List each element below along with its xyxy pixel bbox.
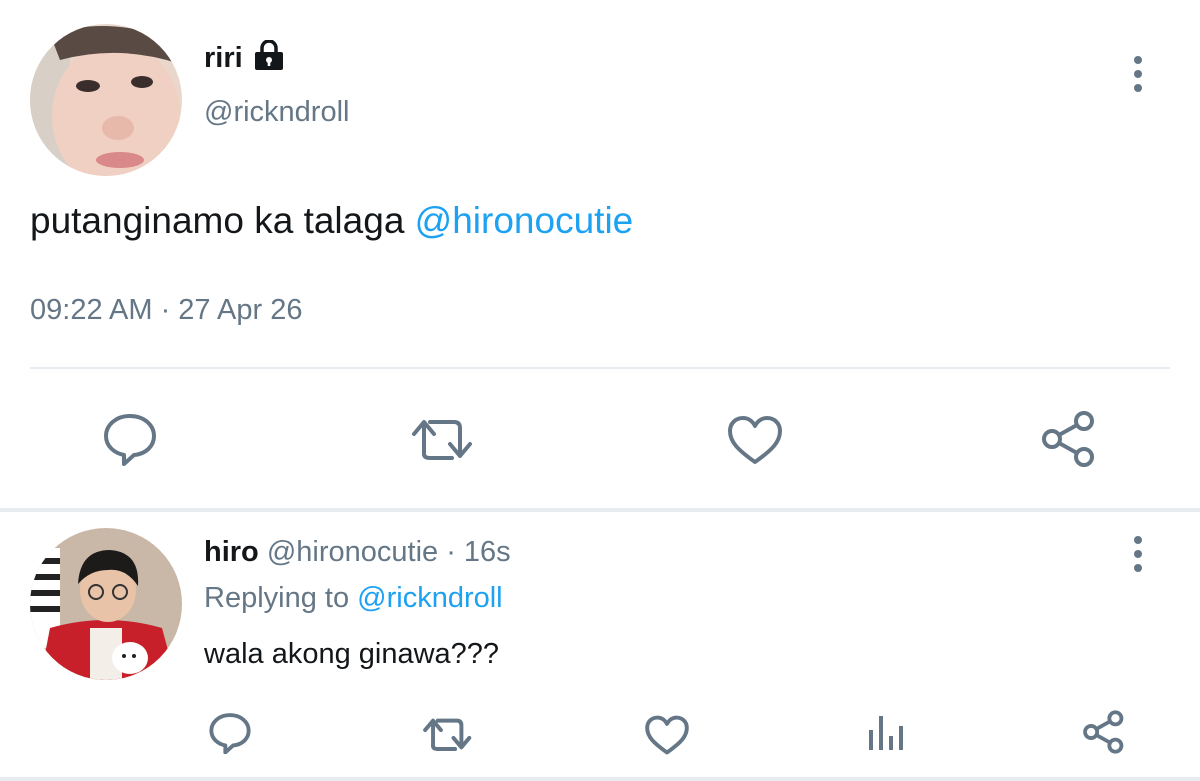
mention-link[interactable]: @rickndroll xyxy=(357,582,502,614)
more-options-icon[interactable] xyxy=(1128,534,1148,574)
more-options-icon[interactable] xyxy=(1128,54,1148,94)
retweet-icon[interactable] xyxy=(422,714,474,754)
share-icon[interactable] xyxy=(1082,710,1126,754)
avatar[interactable] xyxy=(30,528,182,680)
handle[interactable]: @rickndroll xyxy=(204,96,349,129)
divider xyxy=(0,777,1200,781)
like-icon[interactable] xyxy=(644,714,690,756)
reply-icon[interactable] xyxy=(102,412,158,466)
display-name[interactable]: riri xyxy=(204,42,243,75)
handle-and-time[interactable]: @hironocutie · 16s xyxy=(259,536,511,568)
tweet-text-body: putanginamo ka talaga xyxy=(30,200,415,241)
display-name[interactable]: hiro xyxy=(204,536,259,568)
section-separator xyxy=(0,508,1200,512)
avatar[interactable] xyxy=(30,24,182,176)
mention-link[interactable]: @hironocutie xyxy=(415,200,634,241)
main-tweet: riri @rickndroll putanginamo ka talaga @… xyxy=(0,0,1200,508)
tweet-text: wala akong ginawa??? xyxy=(204,638,500,670)
retweet-icon[interactable] xyxy=(410,414,476,464)
analytics-icon[interactable] xyxy=(866,712,906,752)
share-icon[interactable] xyxy=(1040,410,1098,468)
like-icon[interactable] xyxy=(726,414,784,466)
tweet-text: putanginamo ka talaga @hironocutie xyxy=(30,200,633,242)
timestamp[interactable]: 09:22 AM · 27 Apr 26 xyxy=(30,294,302,327)
replying-to-label: Replying to xyxy=(204,582,358,614)
replying-to: Replying to @rickndroll xyxy=(204,582,503,615)
reply-icon[interactable] xyxy=(208,712,252,754)
reply-header: hiro @hironocutie · 16s xyxy=(204,536,511,569)
lock-icon xyxy=(252,39,286,72)
divider xyxy=(30,367,1170,369)
